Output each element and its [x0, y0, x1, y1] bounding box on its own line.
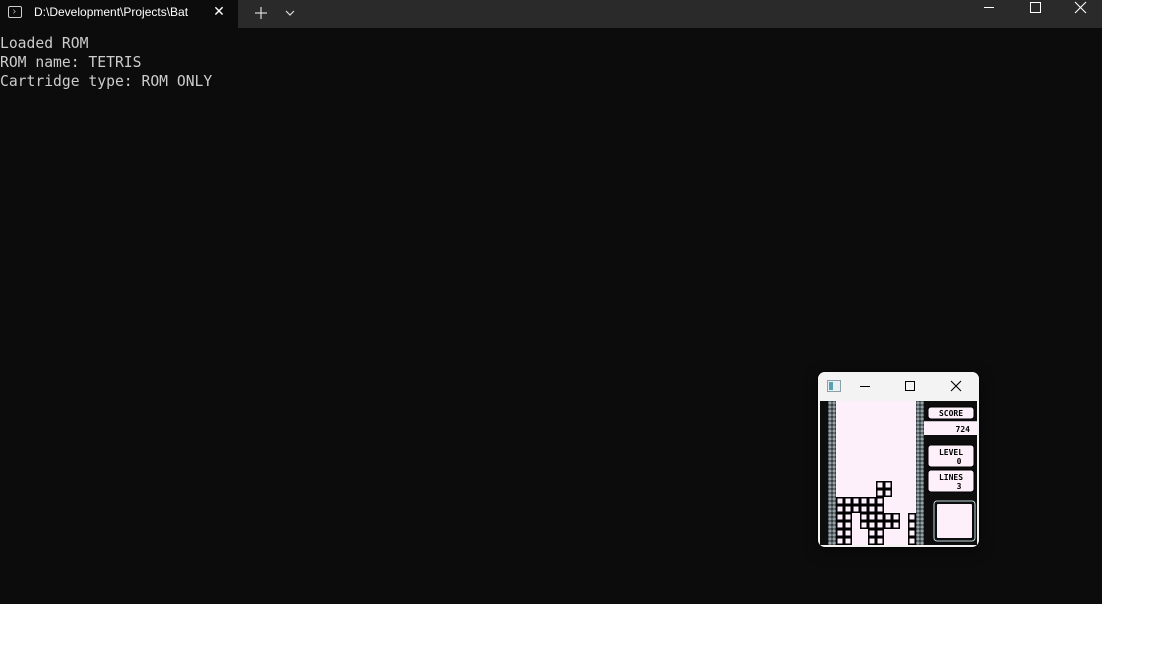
terminal-line: Loaded ROM [0, 35, 89, 52]
level-value: 0 [957, 457, 962, 466]
chevron-down-icon [285, 10, 295, 16]
terminal-titlebar[interactable]: D:\Development\Projects\Bat ✕ [0, 0, 1102, 28]
emulator-close-button[interactable] [946, 378, 966, 394]
tetris-block-inner [837, 522, 843, 528]
tetris-block-inner [877, 498, 883, 504]
tetris-block-inner [893, 514, 899, 520]
emulator-maximize-button[interactable] [900, 378, 920, 394]
tetris-block-inner [869, 514, 875, 520]
tetris-block-inner [877, 530, 883, 536]
new-tab-button[interactable] [250, 2, 272, 24]
tetris-block-inner [861, 498, 867, 504]
score-label: SCORE [939, 409, 963, 418]
terminal-tab[interactable]: D:\Development\Projects\Bat ✕ [0, 0, 238, 28]
tetris-block-inner [877, 538, 883, 544]
tetris-block-inner [861, 522, 867, 528]
terminal-line: Cartridge type: ROM ONLY [0, 73, 213, 90]
tetris-block-inner [837, 506, 843, 512]
maximize-button[interactable] [1012, 0, 1058, 16]
maximize-icon [905, 381, 915, 391]
tetris-block-inner [845, 506, 851, 512]
close-tab-icon[interactable]: ✕ [210, 3, 228, 21]
tetris-block-inner [877, 506, 883, 512]
emulator-minimize-button[interactable] [855, 378, 875, 394]
tetris-block-inner [909, 538, 915, 544]
close-icon [950, 380, 962, 392]
tetris-block-inner [877, 482, 883, 488]
tetris-block-inner [837, 530, 843, 536]
tetris-block-inner [853, 498, 859, 504]
left-wall [828, 401, 836, 545]
tetris-block-inner [845, 514, 851, 520]
tetris-block-inner [885, 482, 891, 488]
next-piece-box [937, 504, 972, 538]
minimize-button[interactable] [966, 0, 1012, 16]
tetris-block-inner [869, 498, 875, 504]
emulator-titlebar[interactable] [818, 372, 979, 401]
score-value: 724 [956, 425, 971, 434]
minimize-icon [984, 7, 994, 8]
close-window-button[interactable] [1056, 0, 1102, 16]
tetris-block-inner [877, 514, 883, 520]
tetris-block-inner [877, 490, 883, 496]
tetris-block-inner [845, 538, 851, 544]
tetris-block-inner [837, 538, 843, 544]
terminal-line: ROM name: TETRIS [0, 54, 142, 71]
tetris-block-inner [869, 530, 875, 536]
right-wall [916, 401, 924, 545]
tetris-block-inner [845, 498, 851, 504]
tetris-block-inner [909, 514, 915, 520]
plus-icon [255, 7, 267, 19]
maximize-icon [1030, 2, 1041, 13]
tetris-block-inner [869, 522, 875, 528]
tetris-block-inner [885, 514, 891, 520]
game-screen[interactable]: SCORE 724 LEVEL 0 LINES 3 [820, 401, 977, 545]
tetris-block-inner [853, 506, 859, 512]
tetris-block-inner [861, 506, 867, 512]
tetris-block-inner [909, 530, 915, 536]
tab-dropdown-button[interactable] [280, 3, 300, 23]
minimize-icon [860, 386, 870, 387]
lines-value: 3 [957, 482, 962, 491]
terminal-icon [8, 6, 22, 18]
tetris-block-inner [845, 530, 851, 536]
tetris-block-inner [837, 498, 843, 504]
tetris-block-inner [893, 522, 899, 528]
tetris-display: SCORE 724 LEVEL 0 LINES 3 [828, 401, 977, 545]
level-label: LEVEL [939, 448, 963, 457]
tetris-block-inner [869, 506, 875, 512]
close-icon [1074, 1, 1087, 14]
tetris-block-inner [885, 490, 891, 496]
emulator-window: SCORE 724 LEVEL 0 LINES 3 [818, 372, 979, 547]
tetris-block-inner [869, 538, 875, 544]
tetris-block-inner [885, 522, 891, 528]
tetris-block-inner [877, 522, 883, 528]
emulator-app-icon [827, 380, 841, 392]
tetris-block-inner [837, 514, 843, 520]
tab-title: D:\Development\Projects\Bat [34, 5, 189, 19]
lines-label: LINES [939, 473, 963, 482]
tetris-block-inner [861, 514, 867, 520]
tetris-block-inner [909, 522, 915, 528]
tetris-block-inner [845, 522, 851, 528]
